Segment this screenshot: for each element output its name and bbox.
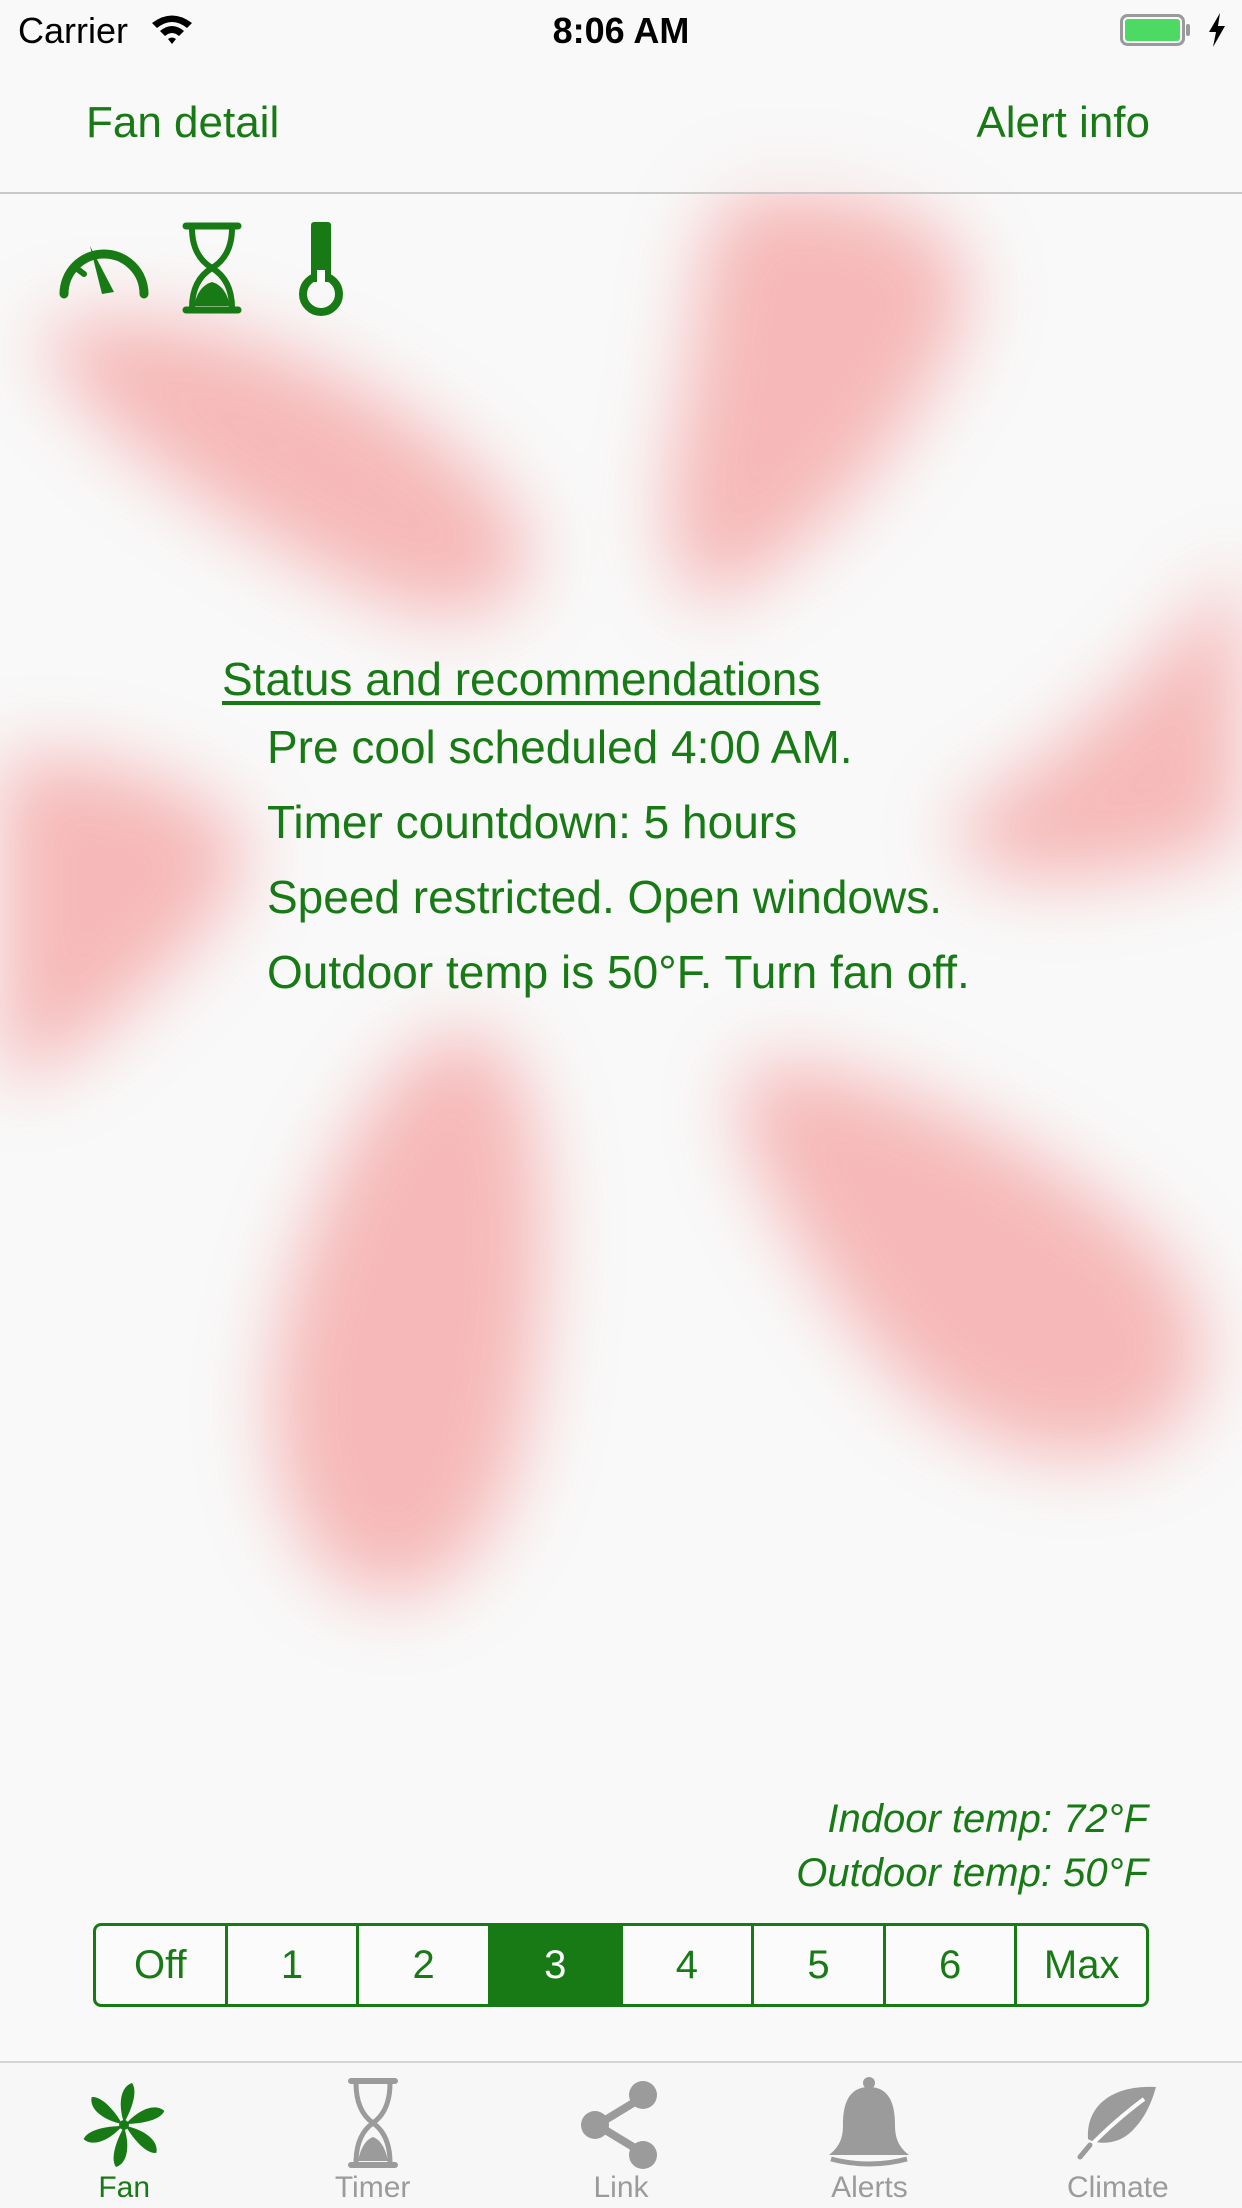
share-icon [581,2081,658,2169]
speed-option-3[interactable]: 3 [487,1926,620,2004]
speed-option-5[interactable]: 5 [751,1926,883,2004]
status-title: Status and recommendations [222,653,821,705]
fan-detail-button[interactable]: Fan detail [86,98,279,148]
hourglass-icon [347,2078,398,2168]
speed-option-1[interactable]: 1 [224,1926,357,2004]
tab-label-timer: Timer [334,2171,411,2204]
tab-label-alerts: Alerts [831,2171,908,2204]
thermometer-icon [299,222,343,316]
speed-option-4[interactable]: 4 [619,1926,752,2004]
status-line-precool: Pre cool scheduled 4:00 AM. [267,721,853,773]
tab-climate[interactable]: Climate [994,2063,1242,2208]
speed-option-2[interactable]: 2 [356,1926,488,2004]
indoor-temp-label: Indoor temp: 72°F [827,1797,1148,1841]
tab-label-climate: Climate [1066,2171,1169,2204]
status-line-timer: Timer countdown: 5 hours [267,796,798,848]
tab-bar: Fan Timer Link Alerts Climate [0,2061,1242,2208]
charging-icon [1209,13,1225,47]
outdoor-temp-label: Outdoor temp: 50°F [796,1851,1148,1895]
speed-option-6[interactable]: 6 [882,1926,1015,2004]
fan-speed-selector: Off 1 2 3 4 5 6 Max [93,1923,1149,2007]
status-recommendations: Status and recommendations Pre cool sche… [222,648,1122,1010]
status-bar: Carrier 8:06 AM [0,0,1242,62]
navigation-bar: Fan detail Alert info [0,62,1242,194]
alert-info-button[interactable]: Alert info [976,98,1150,148]
tab-label-link: Link [593,2171,649,2204]
tab-label-fan: Fan [98,2171,151,2204]
status-line-outdoor: Outdoor temp is 50°F. Turn fan off. [267,946,970,998]
tab-fan[interactable]: Fan [0,2063,248,2208]
fan-icon [83,2083,165,2167]
status-line-speed: Speed restricted. Open windows. [267,871,943,923]
temperature-readouts: Indoor temp: 72°F Outdoor temp: 50°F [796,1792,1148,1900]
hourglass-icon [182,222,242,314]
speedometer-icon [59,246,149,299]
battery-icon [1120,14,1190,46]
tab-link[interactable]: Link [497,2063,745,2208]
speed-option-off[interactable]: Off [96,1926,225,2004]
tab-timer[interactable]: Timer [248,2063,496,2208]
speed-option-max[interactable]: Max [1014,1926,1146,2004]
fan-screen: Carrier 8:06 AM Fan detail Alert info St… [0,0,1242,2208]
bell-icon [829,2077,910,2167]
clock-label: 8:06 AM [552,10,690,51]
leaf-icon [1077,2086,1156,2160]
tab-alerts[interactable]: Alerts [745,2063,993,2208]
